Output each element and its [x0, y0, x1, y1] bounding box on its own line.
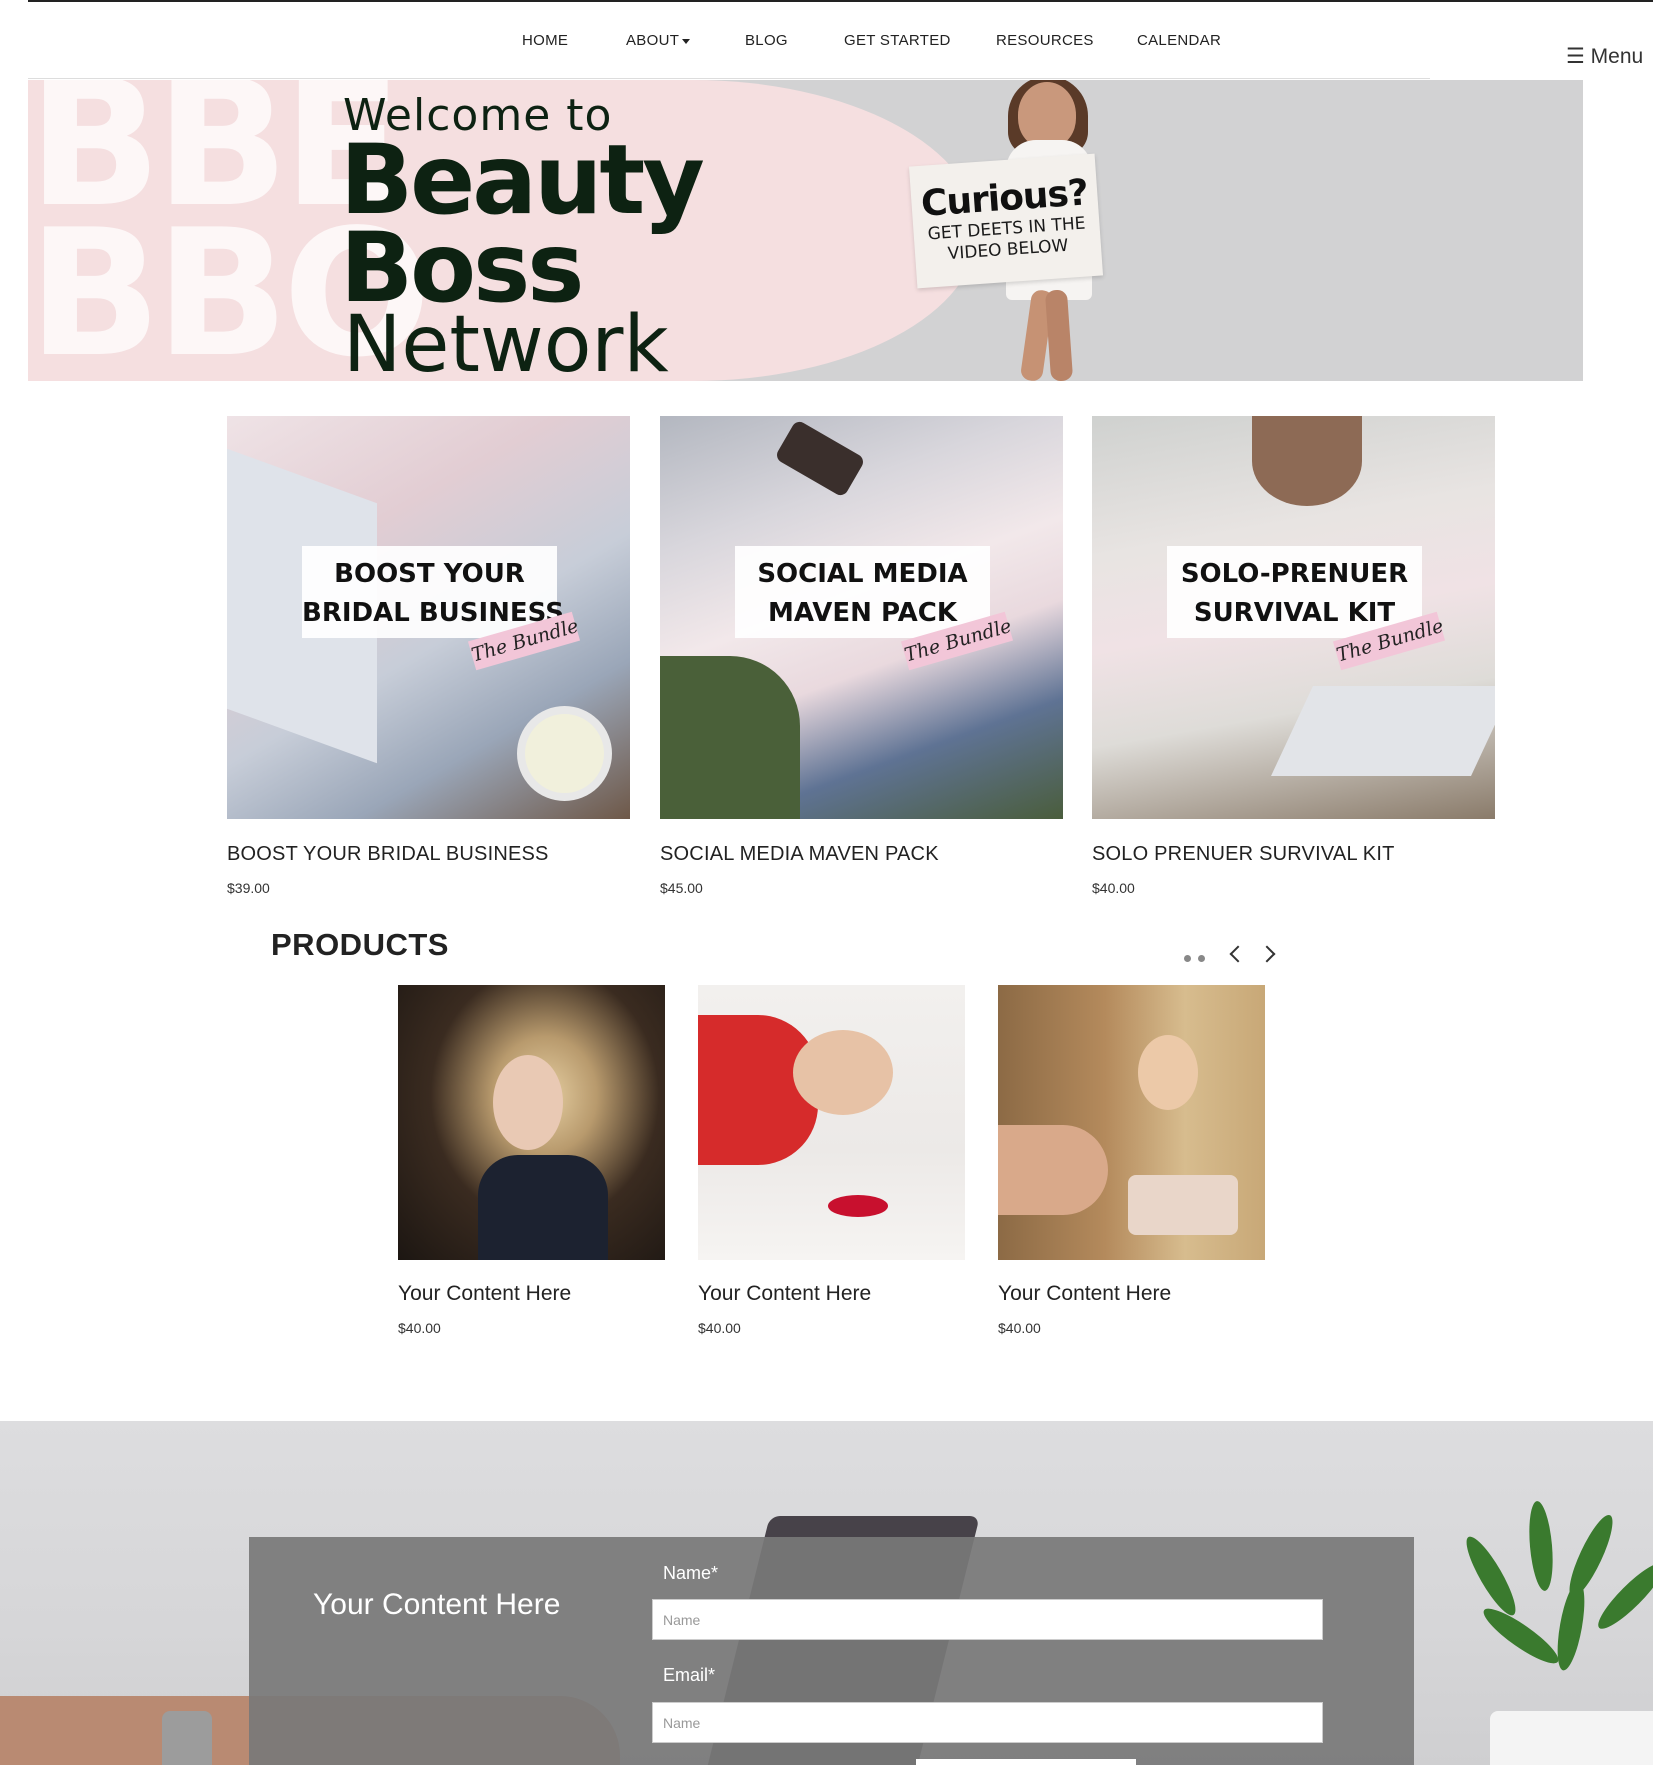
chevron-left-icon[interactable] [1225, 942, 1247, 964]
bundle-label: BOOST YOUR BRIDAL BUSINESS [302, 546, 564, 638]
product-card[interactable]: Your Content Here $40.00 [998, 985, 1265, 1336]
bundle-image[interactable]: BOOST YOUR BRIDAL BUSINESS The Bundle [227, 416, 630, 819]
products-heading: PRODUCTS [271, 927, 449, 962]
bundle-price: $40.00 [1092, 880, 1135, 896]
name-input[interactable] [652, 1599, 1323, 1640]
email-input[interactable] [652, 1702, 1323, 1743]
top-border [28, 0, 1653, 2]
bundle-image[interactable]: SOCIAL MEDIA MAVEN PACK The Bundle [660, 416, 1063, 819]
bundle-label: SOCIAL MEDIA MAVEN PACK [735, 546, 990, 638]
model-face-shape [1138, 1035, 1198, 1110]
bundle-card[interactable]: SOCIAL MEDIA MAVEN PACK The Bundle SOCIA… [660, 416, 1063, 896]
caret-down-icon [682, 38, 691, 44]
bundle-label-line-1: SOLO-PRENUER [1180, 559, 1409, 589]
hero-model-head [1018, 82, 1076, 148]
chevron-right-icon[interactable] [1258, 942, 1280, 964]
plant-pot-shape [1490, 1711, 1653, 1765]
plant-leaf-shape [1591, 1556, 1653, 1636]
product-price: $40.00 [398, 1320, 441, 1336]
plant-leaf-shape [1552, 1579, 1590, 1673]
contact-form-panel: Your Content Here Name* Email* [249, 1537, 1414, 1765]
product-card[interactable]: Your Content Here $40.00 [398, 985, 665, 1336]
rose-petal-shape [828, 1195, 888, 1217]
model-coat-shape [478, 1155, 608, 1260]
nav-calendar[interactable]: CALENDAR [1137, 32, 1221, 49]
product-image[interactable] [998, 985, 1265, 1260]
arm-shape [998, 1125, 1108, 1215]
nav-get-started[interactable]: GET STARTED [844, 32, 951, 49]
menu-button[interactable]: ☰ Menu [1566, 44, 1643, 69]
product-image[interactable] [698, 985, 965, 1260]
contact-heading: Your Content Here [313, 1588, 561, 1621]
bundle-price: $45.00 [660, 880, 703, 896]
nav-divider [28, 78, 1430, 79]
name-label: Name* [663, 1563, 719, 1583]
cosmetics-basket-shape [1128, 1175, 1238, 1235]
product-title[interactable]: Your Content Here [398, 1282, 665, 1306]
plant-leaf-shape [1458, 1531, 1524, 1621]
nav-about[interactable]: ABOUT [626, 32, 691, 49]
carousel-dot[interactable] [1198, 955, 1205, 962]
bundle-card[interactable]: SOLO-PRENUER SURVIVAL KIT The Bundle SOL… [1092, 416, 1495, 896]
product-title[interactable]: Your Content Here [998, 1282, 1265, 1306]
nav-resources[interactable]: RESOURCES [996, 32, 1094, 49]
hero-model-leg [1044, 289, 1074, 381]
product-price: $40.00 [998, 1320, 1041, 1336]
main-nav: HOME ABOUT BLOG GET STARTED RESOURCES CA… [0, 28, 1653, 56]
palm-shape [660, 656, 800, 819]
nav-blog[interactable]: BLOG [745, 32, 788, 49]
product-card[interactable]: Your Content Here $40.00 [698, 985, 965, 1336]
nav-home[interactable]: HOME [522, 32, 568, 49]
bundle-title[interactable]: BOOST YOUR BRIDAL BUSINESS [227, 843, 630, 866]
bundle-label-line-1: SOCIAL MEDIA [757, 559, 968, 589]
product-image[interactable] [398, 985, 665, 1260]
model-face-shape [793, 1030, 893, 1115]
model-face-shape [493, 1055, 563, 1150]
bundle-title[interactable]: SOLO PRENUER SURVIVAL KIT [1092, 843, 1495, 866]
submit-button[interactable] [916, 1759, 1136, 1765]
plant-leaf-shape [1477, 1601, 1565, 1671]
watch-photo-shape [162, 1711, 212, 1765]
hero-banner[interactable]: BBE BBO Welcome to Beauty Boss Network Cu… [28, 80, 1583, 381]
bundle-price: $39.00 [227, 880, 270, 896]
product-price: $40.00 [698, 1320, 741, 1336]
bundle-label-line-1: BOOST YOUR [334, 559, 525, 589]
hero-title-network: Network [343, 300, 669, 381]
hero-sign: Curious? GET DEETS IN THE VIDEO BELOW [908, 153, 1104, 289]
bundle-image[interactable]: SOLO-PRENUER SURVIVAL KIT The Bundle [1092, 416, 1495, 819]
product-title[interactable]: Your Content Here [698, 1282, 965, 1306]
person-head-shape [1252, 416, 1362, 506]
bundle-title[interactable]: SOCIAL MEDIA MAVEN PACK [660, 843, 1063, 866]
nav-about-label: ABOUT [626, 32, 680, 49]
bundle-label: SOLO-PRENUER SURVIVAL KIT [1167, 546, 1422, 638]
carousel-dot[interactable] [1184, 955, 1191, 962]
email-label: Email* [663, 1665, 716, 1685]
tea-cup-shape [517, 706, 612, 801]
bundle-card[interactable]: BOOST YOUR BRIDAL BUSINESS The Bundle BO… [227, 416, 630, 896]
plant-leaf-shape [1526, 1500, 1556, 1592]
carousel-dots[interactable] [1184, 949, 1212, 967]
